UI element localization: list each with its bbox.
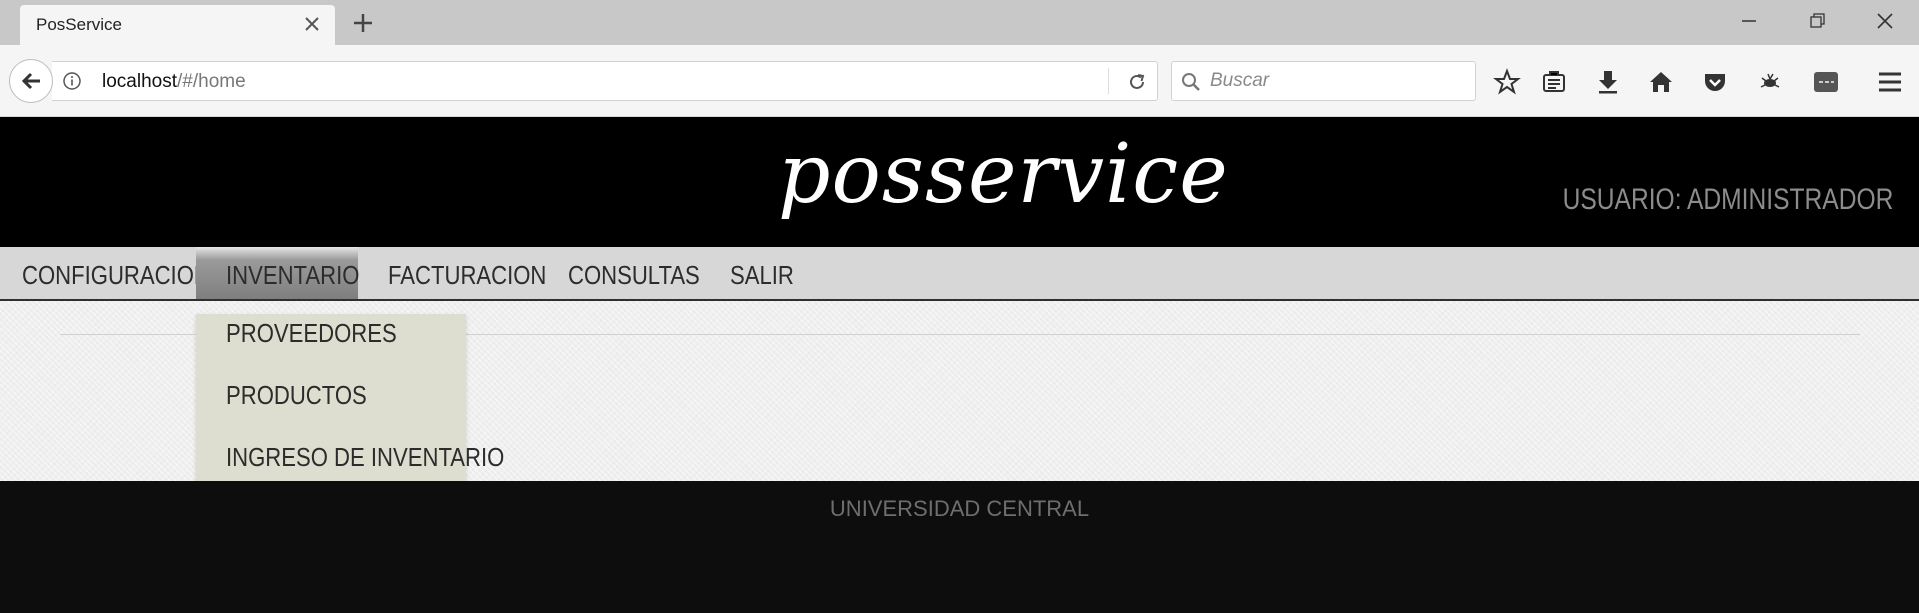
- site-footer: UNIVERSIDAD CENTRAL: [0, 481, 1919, 613]
- menu-item-inventario[interactable]: INVENTARIO: [196, 247, 360, 299]
- download-icon[interactable]: [1594, 68, 1622, 96]
- browser-toolbar: localhost/#/home: [0, 45, 1919, 117]
- dropdown-item-productos[interactable]: PRODUCTOS: [226, 380, 392, 411]
- user-label: USUARIO: ADMINISTRADOR: [1562, 183, 1893, 216]
- site-logo[interactable]: posservice: [778, 127, 1229, 222]
- menu-item-salir[interactable]: SALIR: [700, 247, 820, 299]
- menu-item-configuracion[interactable]: CONFIGURACION: [0, 247, 210, 299]
- menu-item-label: CONFIGURACION: [22, 260, 210, 290]
- home-icon[interactable]: [1647, 68, 1675, 96]
- menu-item-label: SALIR: [730, 260, 794, 290]
- browser-tab[interactable]: PosService: [20, 5, 335, 45]
- dropdown-item-label: PRODUCTOS: [226, 380, 367, 410]
- menu-item-facturacion[interactable]: FACTURACION: [358, 247, 546, 299]
- reload-icon[interactable]: [1126, 71, 1148, 93]
- url-host: localhost: [102, 71, 177, 92]
- back-arrow-icon: [21, 72, 40, 90]
- dropdown-item-label: INGRESO DE INVENTARIO: [226, 442, 505, 472]
- new-tab-icon[interactable]: [350, 10, 376, 36]
- restore-icon[interactable]: [1802, 8, 1832, 34]
- minimize-icon[interactable]: [1734, 8, 1764, 34]
- url-separator: [1108, 68, 1109, 94]
- search-icon: [1182, 73, 1200, 91]
- dropdown-item-label: PROVEEDORES: [226, 318, 397, 348]
- search-bar[interactable]: [1171, 61, 1476, 101]
- main-menu: CONFIGURACION INVENTARIO FACTURACION CON…: [0, 247, 1919, 301]
- pocket-icon[interactable]: [1701, 68, 1729, 96]
- url-text[interactable]: localhost/#/home: [102, 71, 246, 93]
- dropdown-item-ingreso-inventario[interactable]: INGRESO DE INVENTARIO: [226, 442, 553, 473]
- bookmark-star-icon[interactable]: [1493, 68, 1521, 96]
- extension-icon[interactable]: [1812, 68, 1840, 96]
- menu-item-label: INVENTARIO: [226, 260, 360, 290]
- dropdown-item-proveedores[interactable]: PROVEEDORES: [226, 318, 427, 349]
- back-button[interactable]: [9, 59, 53, 103]
- info-icon[interactable]: [62, 71, 82, 91]
- web-page: posservice USUARIO: ADMINISTRADOR CONFIG…: [0, 117, 1919, 613]
- close-tab-icon[interactable]: [301, 13, 323, 35]
- search-input[interactable]: [1210, 68, 1465, 94]
- tab-title: PosService: [36, 15, 122, 34]
- inventario-dropdown: PROVEEDORES PRODUCTOS INGRESO DE INVENTA…: [196, 314, 504, 501]
- menu-item-label: FACTURACION: [388, 260, 547, 290]
- browser-tab-strip: PosService: [0, 0, 1919, 45]
- firebug-icon[interactable]: [1756, 68, 1784, 96]
- menu-item-consultas[interactable]: CONSULTAS: [538, 247, 700, 299]
- reading-list-icon[interactable]: [1540, 68, 1568, 96]
- site-header: posservice USUARIO: ADMINISTRADOR: [0, 117, 1919, 247]
- url-path: /#/home: [177, 71, 246, 92]
- url-bar[interactable]: localhost/#/home: [52, 61, 1158, 101]
- menu-hamburger-icon[interactable]: [1876, 68, 1904, 96]
- close-window-icon[interactable]: [1870, 8, 1900, 34]
- footer-text: UNIVERSIDAD CENTRAL: [829, 496, 1090, 521]
- menu-item-label: CONSULTAS: [568, 260, 700, 290]
